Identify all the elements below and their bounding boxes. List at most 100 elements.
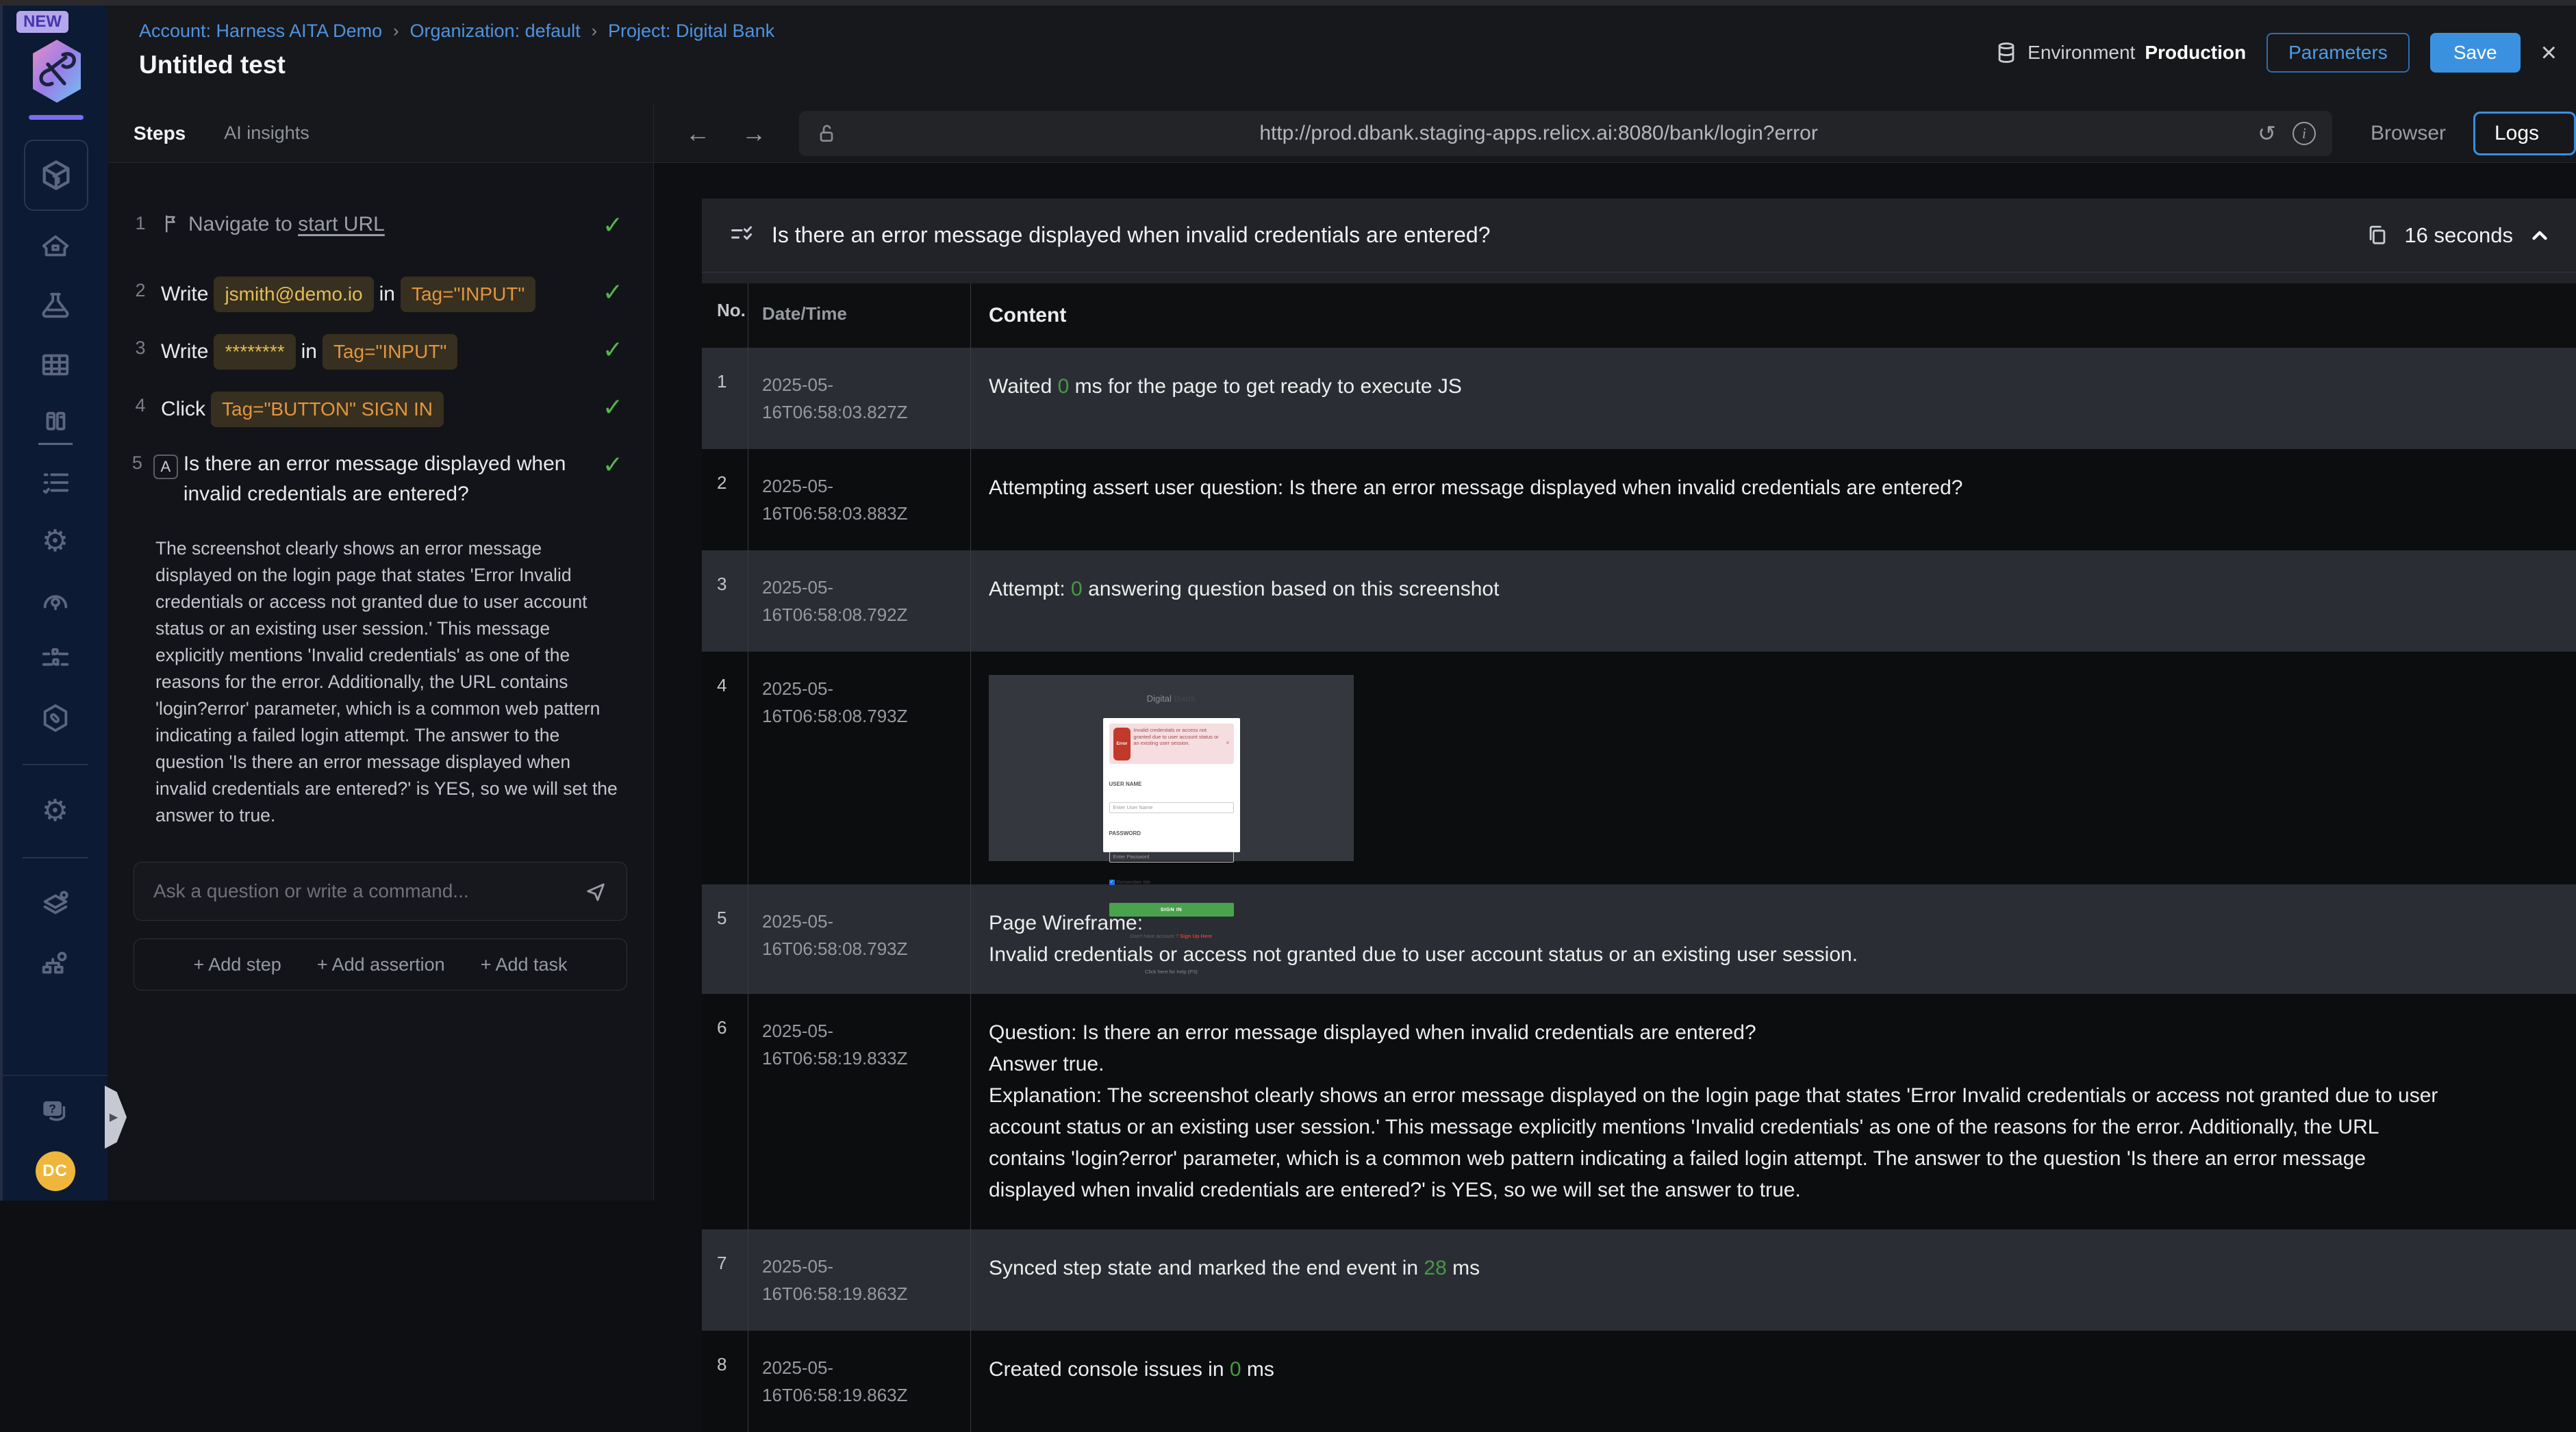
lock-open-icon	[820, 125, 833, 142]
start-url-link[interactable]: start URL	[298, 213, 385, 235]
step-success-icon: ✓	[602, 450, 623, 478]
screenshot-thumbnail[interactable]: Digital Bank Error Invalid credentials o…	[989, 675, 1354, 975]
step-row-1[interactable]: 1 Navigate to start URL ✓	[125, 199, 623, 251]
add-task-button[interactable]: + Add task	[481, 954, 568, 975]
environment-selector[interactable]: Environment Production	[1995, 41, 2246, 64]
command-input[interactable]: Ask a question or write a command...	[134, 862, 627, 921]
row-content: Waited 0 ms for the page to get ready to…	[970, 348, 2576, 449]
home-icon	[42, 235, 68, 257]
sidebar-item-list[interactable]	[40, 467, 71, 498]
sidebar-item-chaos[interactable]	[40, 702, 71, 734]
row-datetime: 2025-05-16T06:58:03.827Z	[748, 348, 970, 449]
parameters-button[interactable]: Parameters	[2266, 33, 2410, 73]
copy-icon[interactable]	[2366, 224, 2389, 247]
window-top-strip	[0, 0, 2576, 5]
sidebar-item-lab[interactable]	[40, 290, 71, 322]
columns-icon	[46, 411, 65, 431]
question-text: Is there an error message displayed when…	[772, 222, 1491, 247]
url-bar[interactable]: http://prod.dbank.staging-apps.relicx.ai…	[799, 110, 2332, 156]
sidebar-nav: ⚙ ⚙	[3, 231, 108, 979]
sidebar-divider	[22, 764, 88, 765]
table-row: 1 2025-05-16T06:58:03.827Z Waited 0 ms f…	[702, 348, 2576, 449]
browser-tab[interactable]: Browser	[2371, 122, 2446, 145]
module-selector[interactable]	[24, 140, 88, 211]
environment-value: Production	[2145, 42, 2247, 63]
user-avatar[interactable]: DC	[35, 1151, 75, 1191]
save-button[interactable]: Save	[2429, 33, 2521, 73]
pipeline-icon	[42, 648, 68, 666]
tab-steps[interactable]: Steps	[134, 123, 186, 144]
row-no: 5	[717, 908, 727, 928]
step-row-5[interactable]: 5 A Is there an error message displayed …	[125, 438, 623, 520]
sidebar-item-org-settings[interactable]	[40, 947, 71, 979]
assertion-explanation: The screenshot clearly shows an error me…	[155, 538, 618, 826]
step-success-icon: ✓	[602, 211, 623, 239]
harness-aita-logo-icon[interactable]	[26, 37, 88, 105]
tab-ai-insights[interactable]: AI insights	[224, 123, 310, 144]
sidebar-item-layers-settings[interactable]	[40, 888, 71, 920]
forward-arrow-icon[interactable]: →	[742, 119, 766, 148]
info-icon[interactable]: i	[2292, 121, 2316, 145]
grid-icon	[42, 354, 68, 376]
mini-error-badge: Error	[1113, 728, 1131, 760]
col-datetime: Date/Time	[748, 283, 970, 348]
command-placeholder: Ask a question or write a command...	[153, 880, 469, 902]
table-row: 6 2025-05-16T06:58:19.833Z Question: Is …	[702, 994, 2576, 1229]
row-datetime: 2025-05-16T06:58:19.863Z	[748, 1229, 970, 1331]
gear-icon: ⚙	[41, 524, 69, 558]
sidebar-item-admin-settings[interactable]: ⚙	[40, 795, 71, 827]
step-row-2[interactable]: 2 Write jsmith@demo.io in Tag="INPUT" ✓	[125, 266, 623, 323]
url-text: http://prod.dbank.staging-apps.relicx.ai…	[1259, 121, 1818, 144]
row-no: 3	[717, 574, 727, 594]
sidebar-item-settings[interactable]: ⚙	[40, 526, 71, 557]
row-content: Page Wireframe: Invalid credentials or a…	[970, 884, 2576, 994]
row-datetime: 2025-05-16T06:58:08.793Z	[748, 884, 970, 994]
table-row: 3 2025-05-16T06:58:08.792Z Attempt: 0 an…	[702, 550, 2576, 652]
sidebar-bottom: ? DC	[3, 1075, 108, 1206]
breadcrumb-separator: ›	[591, 21, 597, 40]
breadcrumb-account[interactable]: Account: Harness AITA Demo	[139, 21, 382, 42]
log-table: No. Date/Time Content 1 2025-05-16T06:58…	[702, 283, 2576, 1432]
row-content: Attempt: 0 answering question based on t…	[970, 550, 2576, 652]
add-step-button[interactable]: + Add step	[193, 954, 281, 975]
help-chat-button[interactable]: ?	[40, 1095, 71, 1127]
environment-icon	[1998, 42, 2015, 63]
logo-active-bar	[29, 115, 84, 120]
table-row: 5 2025-05-16T06:58:08.793Z Page Wirefram…	[702, 884, 2576, 994]
sidebar-item-incognito[interactable]	[40, 585, 71, 616]
value-chip: ********	[214, 334, 296, 370]
step-row-3[interactable]: 3 Write ******** in Tag="INPUT" ✓	[125, 323, 623, 381]
refresh-icon[interactable]: ↺	[2258, 120, 2276, 146]
step-row-4[interactable]: 4 Click Tag="BUTTON" SIGN IN ✓	[125, 381, 623, 438]
back-arrow-icon[interactable]: ←	[685, 119, 710, 148]
mini-login-card: Error Invalid credentials or access not …	[1102, 718, 1240, 975]
sidebar-item-pipelines[interactable]	[40, 643, 71, 675]
row-content: Question: Is there an error message disp…	[970, 994, 2576, 1229]
chevron-up-icon[interactable]	[2528, 224, 2551, 247]
send-icon[interactable]	[584, 880, 607, 903]
flask-icon	[42, 292, 68, 318]
breadcrumb-project[interactable]: Project: Digital Bank	[608, 21, 774, 42]
mini-error-alert: Error Invalid credentials or access not …	[1109, 724, 1234, 764]
infinity-hexagon-icon	[43, 704, 67, 732]
logs-tab[interactable]: Logs	[2473, 111, 2576, 155]
page-header: Account: Harness AITA Demo › Organizatio…	[108, 5, 2576, 104]
row-datetime: 2025-05-16T06:58:08.793Z	[748, 652, 970, 884]
header-actions: Environment Production Parameters Save ×	[1995, 33, 2557, 73]
sidebar-item-editor[interactable]	[38, 408, 73, 445]
question-header[interactable]: Is there an error message displayed when…	[702, 199, 2576, 272]
sidebar-item-grid[interactable]	[40, 349, 71, 381]
sidebar-item-home[interactable]	[40, 231, 71, 263]
table-row: 4 2025-05-16T06:58:08.793Z Digital Bank …	[702, 652, 2576, 975]
add-assertion-button[interactable]: + Add assertion	[317, 954, 445, 975]
incognito-icon	[43, 595, 67, 611]
close-icon[interactable]: ×	[2541, 38, 2557, 68]
log-table-header: No. Date/Time Content	[702, 283, 2576, 348]
breadcrumb-org[interactable]: Organization: default	[409, 21, 580, 42]
row-datetime: 2025-05-16T06:58:08.792Z	[748, 550, 970, 652]
breadcrumb-separator: ›	[393, 21, 399, 40]
gear-icon: ⚙	[41, 794, 69, 828]
org-gear-icon	[42, 951, 66, 974]
checklist-icon	[731, 226, 752, 240]
mini-login-title: Digital Bank	[1146, 693, 1196, 704]
